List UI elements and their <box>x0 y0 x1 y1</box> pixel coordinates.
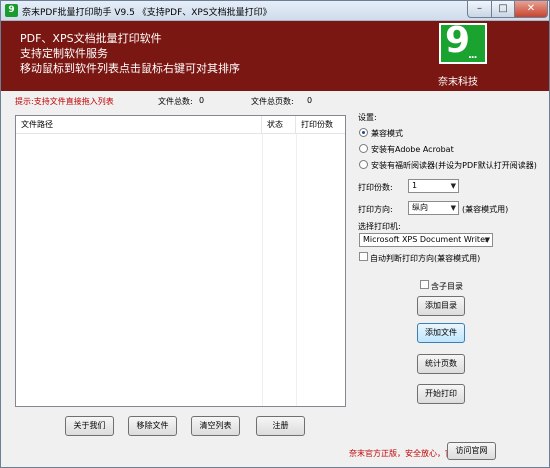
include-subdir-label[interactable]: 含子目录 <box>431 281 463 292</box>
total-pages-value: 0 <box>307 96 313 105</box>
orientation-select[interactable]: 纵向 ▼ <box>408 201 459 215</box>
column-divider <box>262 134 263 406</box>
drag-hint: 提示:支持文件直接拖入列表 <box>15 97 114 106</box>
auto-orientation-checkbox[interactable] <box>359 252 368 261</box>
app-icon: 9 <box>5 4 18 17</box>
app-window: 9 奈末PDF批量打印助手 V9.5 《支持PDF、XPS文档批量打印》 – □… <box>0 0 550 468</box>
about-button[interactable]: 关于我们 <box>65 416 114 436</box>
total-files-value: 0 <box>199 96 205 105</box>
company-name: 奈末科技 <box>438 77 478 88</box>
include-subdir-checkbox[interactable] <box>420 280 429 289</box>
clear-list-button[interactable]: 清空列表 <box>191 416 240 436</box>
copies-value: 1 <box>412 181 418 190</box>
start-print-button[interactable]: 开始打印 <box>417 384 465 404</box>
settings-heading: 设置: <box>358 113 377 122</box>
orientation-value: 纵向 <box>412 203 428 212</box>
register-button[interactable]: 注册 <box>256 416 305 436</box>
settings-panel: 设置: 兼容模式 安装有Adobe Acrobat 安装有福昕阅读器(并设为PD… <box>355 112 541 268</box>
orientation-note: (兼容模式用) <box>462 205 509 214</box>
column-header-path[interactable]: 文件路径 <box>16 116 262 134</box>
printer-label: 选择打印机: <box>358 222 401 231</box>
total-files-label: 文件总数: <box>158 97 193 106</box>
column-divider <box>296 134 297 406</box>
file-list-header: 文件路径 状态 打印份数 <box>16 116 345 134</box>
copies-label: 打印份数: <box>358 183 393 192</box>
total-pages-label: 文件总页数: <box>251 97 294 106</box>
minimize-button[interactable]: – <box>467 1 492 18</box>
add-file-button[interactable]: 添加文件 <box>417 323 465 343</box>
mode-label-foxit[interactable]: 安装有福昕阅读器(并设为PDF默认打开阅读器) <box>371 160 537 171</box>
chevron-down-icon: ▼ <box>450 182 456 190</box>
banner-line-1: PDF、XPS文档批量打印软件 <box>20 32 162 45</box>
mode-radio-compatible[interactable] <box>359 128 368 137</box>
logo-digit: 9 <box>445 20 471 61</box>
column-header-copies[interactable]: 打印份数 <box>296 116 345 134</box>
visit-site-button[interactable]: 访问官网 <box>447 442 496 460</box>
column-header-status[interactable]: 状态 <box>262 116 296 134</box>
chevron-down-icon: ▼ <box>484 236 490 244</box>
remove-file-button[interactable]: 移除文件 <box>128 416 177 436</box>
mode-label-compatible[interactable]: 兼容模式 <box>371 128 403 139</box>
file-list[interactable]: 文件路径 状态 打印份数 <box>15 115 346 407</box>
header-banner: PDF、XPS文档批量打印软件 支持定制软件服务 移动鼠标到软件列表点击鼠标右键… <box>1 21 549 91</box>
copies-select[interactable]: 1 ▼ <box>408 179 459 193</box>
auto-orientation-label[interactable]: 自动判断打印方向(兼容模式用) <box>370 253 480 264</box>
count-pages-button[interactable]: 统计页数 <box>417 354 465 374</box>
mode-radio-foxit[interactable] <box>359 160 368 169</box>
title-bar[interactable]: 9 奈末PDF批量打印助手 V9.5 《支持PDF、XPS文档批量打印》 – □… <box>1 1 549 21</box>
maximize-button[interactable]: □ <box>491 1 515 18</box>
logo-dots: ... <box>468 50 477 61</box>
mode-label-acrobat[interactable]: 安装有Adobe Acrobat <box>371 144 454 155</box>
window-title: 奈末PDF批量打印助手 V9.5 《支持PDF、XPS文档批量打印》 <box>22 8 272 18</box>
chevron-down-icon: ▼ <box>450 204 456 212</box>
orientation-label: 打印方向: <box>358 205 393 214</box>
close-button[interactable]: ✕ <box>514 1 548 18</box>
banner-line-3: 移动鼠标到软件列表点击鼠标右键可对其排序 <box>20 62 240 75</box>
printer-value: Microsoft XPS Document Writer <box>363 235 489 244</box>
banner-line-2: 支持定制软件服务 <box>20 47 108 60</box>
company-logo: 9 ... <box>439 20 487 64</box>
mode-radio-acrobat[interactable] <box>359 144 368 153</box>
add-folder-button[interactable]: 添加目录 <box>417 296 465 316</box>
printer-select[interactable]: Microsoft XPS Document Writer ▼ <box>359 233 493 247</box>
